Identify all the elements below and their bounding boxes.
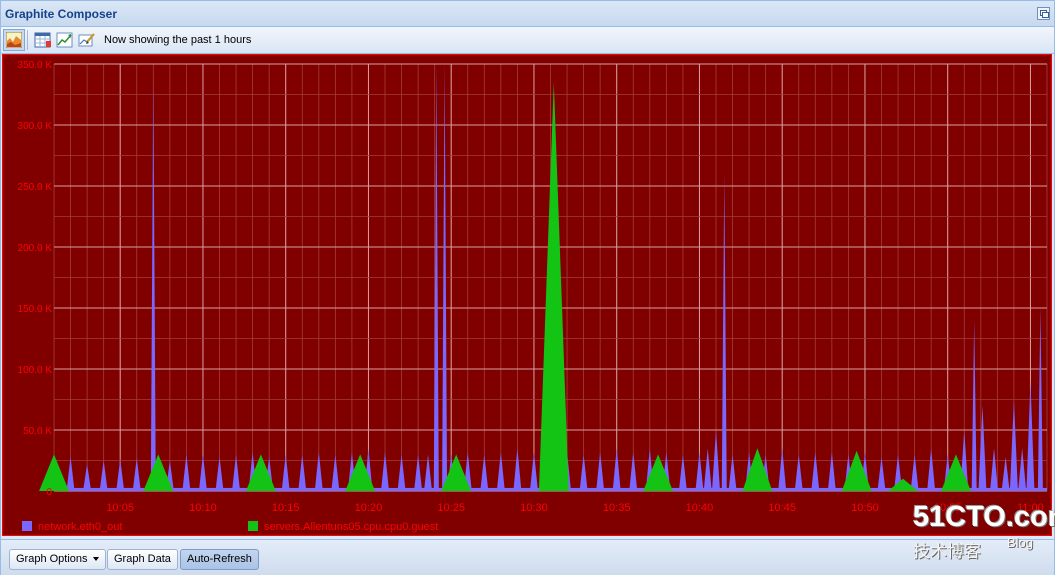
time-range-status: Now showing the past 1 hours xyxy=(104,34,252,46)
watermark-brand: 51CTO.com xyxy=(913,501,1055,533)
bottom-toolbar: Graph Options Graph Data Auto-Refresh xyxy=(1,539,1054,575)
watermark-logo: 51CTO.com 技术博客 Blog xyxy=(913,501,1055,562)
window-titlebar: Graphite Composer xyxy=(1,1,1054,27)
select-date-range-button[interactable] xyxy=(31,29,53,51)
x-tick-label: 10:05 xyxy=(106,502,134,514)
graph-options-button[interactable]: Graph Options xyxy=(9,549,106,570)
window-title: Graphite Composer xyxy=(5,7,118,21)
legend-swatch xyxy=(22,521,32,531)
legend-swatch xyxy=(248,521,258,531)
graph-image[interactable]: 0 50.0 K 100.0 K 150.0 K 200.0 K 250.0 K 300.0… xyxy=(2,54,1052,536)
auto-refresh-label: Auto-Refresh xyxy=(187,553,252,565)
edit-graph-button[interactable] xyxy=(75,29,97,51)
x-tick-label: 10:50 xyxy=(851,502,879,514)
x-tick-label: 10:20 xyxy=(355,502,383,514)
graphite-composer-window: Graphite Composer Now showing the past 1… xyxy=(0,0,1055,575)
x-tick-label: 10:10 xyxy=(189,502,217,514)
y-tick-label: 0 xyxy=(46,487,52,498)
graph-options-label: Graph Options xyxy=(16,553,88,565)
edit-graph-icon xyxy=(78,33,95,47)
y-tick-label: 150.0 K xyxy=(18,304,53,315)
calendar-icon xyxy=(34,32,51,48)
graph-type-button[interactable] xyxy=(3,29,25,51)
x-tick-label: 10:15 xyxy=(272,502,300,514)
graph-data-button[interactable]: Graph Data xyxy=(107,549,178,570)
y-tick-label: 50.0 K xyxy=(23,426,52,437)
y-tick-label: 350.0 K xyxy=(18,60,53,71)
dropdown-arrow-icon xyxy=(92,557,99,562)
area-chart-icon xyxy=(6,32,22,48)
x-tick-label: 10:25 xyxy=(437,502,465,514)
composer-toolbar: Now showing the past 1 hours xyxy=(1,27,1054,54)
x-tick-label: 10:45 xyxy=(768,502,796,514)
recent-data-button[interactable] xyxy=(53,29,75,51)
restore-window-icon[interactable] xyxy=(1037,7,1050,20)
y-tick-label: 250.0 K xyxy=(18,182,53,193)
legend-label: servers.Allentuns05.cpu.cpu0.guest xyxy=(264,521,438,533)
auto-refresh-button[interactable]: Auto-Refresh xyxy=(180,549,259,570)
recent-graph-icon xyxy=(56,32,73,48)
y-tick-label: 300.0 K xyxy=(18,121,53,132)
toolbar-separator xyxy=(27,30,28,50)
watermark-blog: Blog xyxy=(1007,535,1034,550)
y-tick-label: 200.0 K xyxy=(18,243,53,254)
legend-label: network.eth0_out xyxy=(38,521,122,533)
x-tick-label: 10:40 xyxy=(686,502,714,514)
x-tick-label: 10:35 xyxy=(603,502,631,514)
x-tick-label: 10:30 xyxy=(520,502,548,514)
watermark-tagline: 技术博客 xyxy=(913,542,981,562)
y-tick-label: 100.0 K xyxy=(18,365,53,376)
graph-data-label: Graph Data xyxy=(114,553,171,565)
